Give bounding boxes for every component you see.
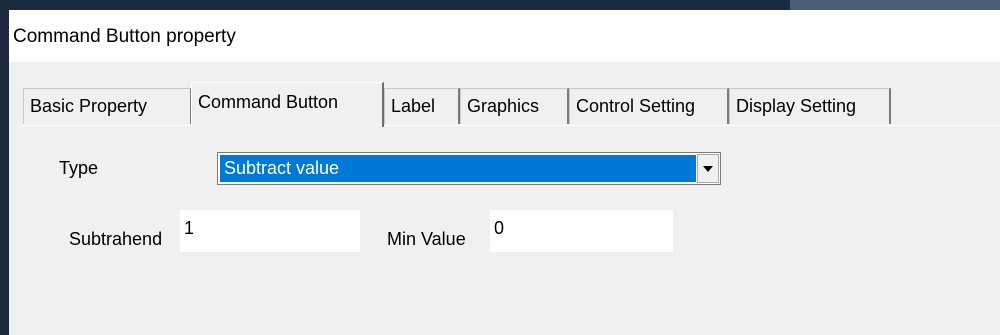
type-select-value: Subtract value — [220, 155, 696, 182]
background-window-left — [0, 0, 9, 335]
min-value-input[interactable]: 0 — [490, 210, 673, 252]
dialog-title: Command Button property — [13, 26, 236, 47]
tab-label[interactable]: Label — [384, 88, 460, 124]
command-button-page: Type Subtract value Subtrahend 1 Min Val… — [23, 126, 1000, 335]
command-button-property-dialog: Command Button property Basic Property C… — [9, 10, 1000, 335]
type-select[interactable]: Subtract value — [217, 152, 721, 185]
background-window-edge — [790, 0, 1000, 10]
tab-basic-property[interactable]: Basic Property — [23, 88, 192, 124]
dialog-titlebar[interactable]: Command Button property — [9, 10, 1000, 62]
tab-command-button[interactable]: Command Button — [191, 82, 384, 127]
tab-control-setting[interactable]: Control Setting — [569, 88, 729, 124]
subtrahend-label: Subtrahend — [69, 229, 163, 249]
subtrahend-input[interactable]: 1 — [180, 210, 360, 252]
tab-strip: Basic Property Command Button Label Grap… — [9, 62, 1000, 127]
screen: Command Button property Basic Property C… — [0, 0, 1000, 335]
type-label: Type — [59, 158, 99, 178]
min-value-label: Min Value — [387, 229, 466, 249]
chevron-down-icon — [703, 166, 713, 172]
type-select-dropdown-button[interactable] — [697, 154, 719, 183]
tab-display-setting[interactable]: Display Setting — [729, 88, 891, 124]
tab-graphics[interactable]: Graphics — [460, 88, 569, 124]
